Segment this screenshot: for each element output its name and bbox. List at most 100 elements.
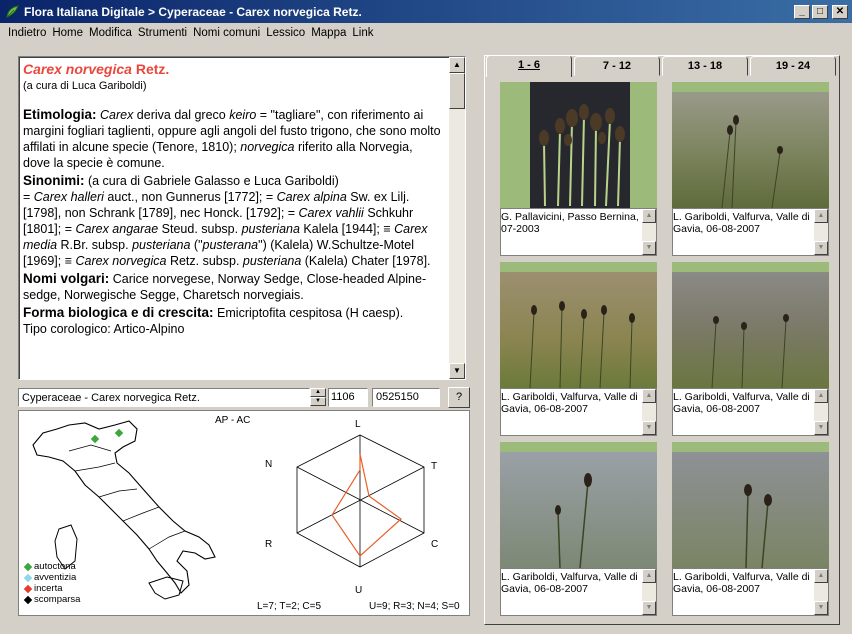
sinonimi-text: = Carex halleri auct., non Gunnerus [177… — [23, 189, 443, 269]
caption-scrollbar[interactable]: ▲ ▼ — [642, 389, 656, 435]
caption-scroll-down[interactable]: ▼ — [814, 421, 828, 435]
syn-text: pusteriana — [241, 222, 300, 236]
caption-text: L. Gariboldi, Valfurva, Valle di Gavia, … — [673, 391, 810, 415]
caption-scroll-down[interactable]: ▼ — [642, 421, 656, 435]
search-row: ▲ ▼ 1106 0525150 ? — [18, 387, 470, 409]
photo-image[interactable] — [672, 272, 829, 388]
photo-card: L. Gariboldi, Valfurva, Valle di Gavia, … — [500, 262, 657, 444]
caption-text: L. Gariboldi, Valfurva, Valle di Gavia, … — [673, 571, 810, 595]
caption-scroll-up[interactable]: ▲ — [814, 209, 828, 223]
forma-text: Emicriptofita cespitosa (H caesp). — [213, 306, 404, 320]
photo-card: L. Gariboldi, Valfurva, Valle di Gavia, … — [672, 82, 829, 264]
scroll-thumb[interactable] — [449, 73, 465, 109]
species-id-field[interactable]: 0525150 — [372, 388, 440, 407]
caption-scroll-up[interactable]: ▲ — [814, 569, 828, 583]
spin-up-button[interactable]: ▲ — [310, 388, 326, 397]
photo-image[interactable] — [500, 82, 657, 208]
menu-mappa[interactable]: Mappa — [309, 27, 350, 39]
description-panel[interactable]: Carex norvegica Retz. (a cura di Luca Ga… — [18, 56, 466, 380]
close-button[interactable]: ✕ — [832, 4, 848, 19]
sinonimi-heading: Sinonimi: — [23, 173, 85, 188]
sinonimi-heading-line: Sinonimi: (a cura di Gabriele Galasso e … — [23, 173, 443, 189]
caption-scrollbar[interactable]: ▲ ▼ — [642, 569, 656, 615]
maximize-button[interactable]: □ — [812, 4, 828, 19]
photo-image[interactable] — [672, 452, 829, 568]
caption-scrollbar[interactable]: ▲ ▼ — [814, 569, 828, 615]
photo-image[interactable] — [500, 272, 657, 388]
hex-label-t: T — [431, 461, 438, 472]
caption-scroll-down[interactable]: ▼ — [642, 241, 656, 255]
syn-text: Carex vahlii — [298, 206, 364, 220]
hex-label-u: U — [355, 585, 363, 596]
caption-scrollbar[interactable]: ▲ ▼ — [642, 209, 656, 255]
species-search-input[interactable] — [18, 388, 310, 407]
syn-text: Carex norvegica — [75, 254, 167, 268]
photo-image[interactable] — [672, 92, 829, 208]
caption-text: L. Gariboldi, Valfurva, Valle di Gavia, … — [673, 211, 810, 235]
menu-modifica[interactable]: Modifica — [87, 27, 136, 39]
menu-home[interactable]: Home — [50, 27, 87, 39]
etym-text: deriva dal greco — [133, 108, 230, 122]
etimologia-heading: Etimologia: — [23, 107, 97, 122]
caption-scrollbar[interactable]: ▲ ▼ — [814, 209, 828, 255]
species-name: Carex norvegica — [23, 61, 132, 77]
legend-dot-icon — [23, 562, 33, 571]
caption-scroll-up[interactable]: ▲ — [642, 389, 656, 403]
species-spinner[interactable]: ▲ ▼ — [310, 388, 326, 407]
autoctona-marker — [114, 428, 124, 438]
minimize-button[interactable]: _ — [794, 4, 810, 19]
hex-label-n: N — [265, 459, 273, 470]
legend-dot-icon — [23, 573, 33, 582]
syn-text: auct., non Gunnerus [1772]; = — [103, 190, 277, 204]
caption-scroll-up[interactable]: ▲ — [642, 209, 656, 223]
legend-item: scomparsa — [23, 594, 81, 605]
syn-text: pusteriana — [132, 238, 191, 252]
menu-link[interactable]: Link — [350, 27, 377, 39]
legend-item: autoctona — [23, 561, 80, 572]
italy-map — [32, 420, 425, 600]
forma-heading: Forma biologica e di crescita: — [23, 305, 214, 320]
caption-scroll-down[interactable]: ▼ — [814, 241, 828, 255]
caption-scroll-up[interactable]: ▲ — [642, 569, 656, 583]
syn-text: (" — [190, 238, 203, 252]
menu-strumenti[interactable]: Strumenti — [136, 27, 191, 39]
legend-label: scomparsa — [34, 594, 81, 605]
photo-card: L. Gariboldi, Valfurva, Valle di Gavia, … — [672, 442, 829, 624]
description-scrollbar[interactable]: ▲ ▼ — [449, 57, 465, 379]
menu-indietro[interactable]: Indietro — [6, 27, 50, 39]
photo-card: G. Pallavicini, Passo Bernina, 07-2003 ▲… — [500, 82, 657, 264]
gallery-tabs: 1 - 6 7 - 12 13 - 18 19 - 24 — [486, 55, 838, 77]
photo-caption: L. Gariboldi, Valfurva, Valle di Gavia, … — [672, 388, 829, 436]
photo-caption: L. Gariboldi, Valfurva, Valle di Gavia, … — [500, 568, 657, 616]
tab-19-24[interactable]: 19 - 24 — [750, 56, 836, 76]
caption-scroll-down[interactable]: ▼ — [642, 601, 656, 615]
scroll-down-button[interactable]: ▼ — [449, 363, 465, 379]
tab-1-6[interactable]: 1 - 6 — [486, 55, 572, 77]
photo-card: L. Gariboldi, Valfurva, Valle di Gavia, … — [500, 442, 657, 624]
syn-text: pusterana — [202, 238, 259, 252]
caption-scrollbar[interactable]: ▲ ▼ — [814, 389, 828, 435]
scroll-up-button[interactable]: ▲ — [449, 57, 465, 73]
tab-13-18[interactable]: 13 - 18 — [662, 56, 748, 76]
app-window: Flora Italiana Digitale > Cyperaceae - C… — [0, 0, 852, 634]
tab-7-12[interactable]: 7 - 12 — [574, 56, 660, 76]
distribution-panel: AP - AC L T C U R N L=7; T=2; C=5 U=9; R… — [18, 410, 470, 616]
help-button[interactable]: ? — [448, 387, 470, 408]
syn-text: = — [23, 190, 34, 204]
title-bar[interactable]: Flora Italiana Digitale > Cyperaceae - C… — [0, 0, 852, 23]
species-code-field[interactable]: 1106 — [328, 388, 368, 407]
volgari-heading: Nomi volgari: — [23, 271, 110, 286]
photo-image[interactable] — [500, 452, 657, 568]
spin-down-button[interactable]: ▼ — [310, 397, 326, 406]
etimologia-section: Etimologia: Carex deriva dal greco keiro… — [23, 107, 443, 171]
menu-nomi-comuni[interactable]: Nomi comuni — [191, 27, 264, 39]
menu-lessico[interactable]: Lessico — [264, 27, 309, 39]
etym-text: norvegica — [240, 140, 295, 154]
caption-scroll-up[interactable]: ▲ — [814, 389, 828, 403]
species-author: Retz. — [131, 61, 170, 77]
etym-text: Carex — [96, 108, 134, 122]
syn-text: (Kalela) Chater [1978]. — [301, 254, 431, 268]
syn-text: Kalela [1944]; ≡ — [299, 222, 395, 236]
region-label: AP - AC — [215, 415, 251, 426]
caption-scroll-down[interactable]: ▼ — [814, 601, 828, 615]
